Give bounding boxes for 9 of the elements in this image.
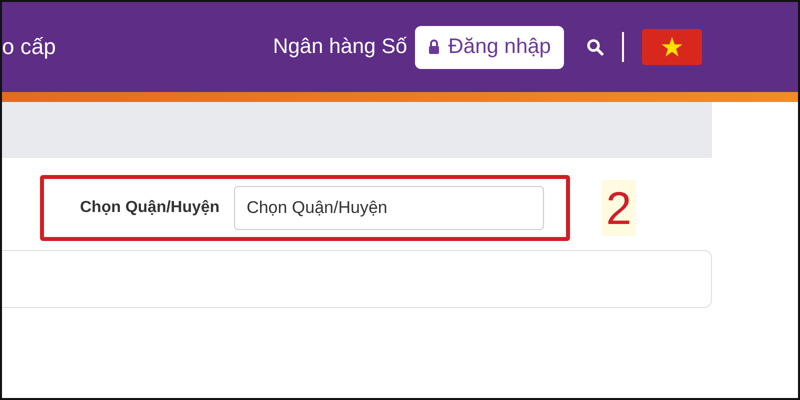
- step-number: 2: [602, 180, 636, 236]
- flag-icon[interactable]: [642, 29, 702, 65]
- nav-link[interactable]: o cấp: [2, 34, 273, 60]
- district-select[interactable]: Chọn Quận/Huyện: [234, 186, 544, 230]
- login-button[interactable]: Đăng nhập: [415, 26, 564, 68]
- district-label: Chọn Quận/Huyện: [80, 199, 220, 217]
- lock-icon: [428, 39, 440, 55]
- digital-bank-link[interactable]: Ngân hàng Số: [272, 35, 408, 59]
- search-icon[interactable]: [586, 38, 604, 56]
